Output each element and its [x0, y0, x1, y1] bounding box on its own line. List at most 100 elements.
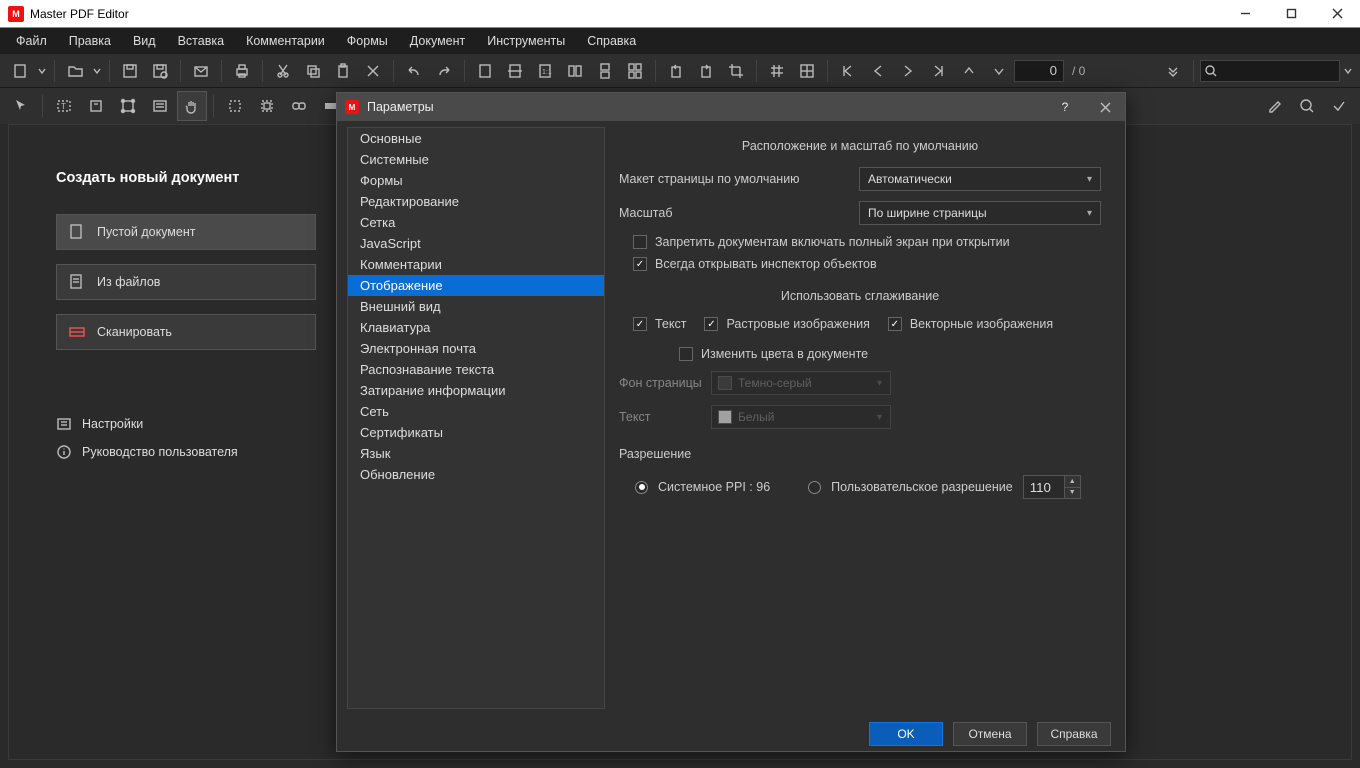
hand-tool[interactable] [177, 91, 207, 121]
more-button[interactable] [1159, 57, 1187, 85]
menu-help[interactable]: Справка [577, 30, 646, 52]
sidebar-item-email[interactable]: Электронная почта [348, 338, 604, 359]
inspector-checkbox[interactable] [633, 257, 647, 271]
ok-button[interactable]: OK [869, 722, 943, 746]
print-button[interactable] [228, 57, 256, 85]
cancel-button[interactable]: Отмена [953, 722, 1027, 746]
custom-ppi-spinner[interactable]: ▲▼ [1023, 475, 1081, 499]
sidebar-item-comments[interactable]: Комментарии [348, 254, 604, 275]
settings-link[interactable]: Настройки [56, 410, 316, 438]
next-page-button[interactable] [894, 57, 922, 85]
open-dropdown[interactable] [91, 57, 103, 85]
sidebar-item-javascript[interactable]: JavaScript [348, 233, 604, 254]
aa-raster-checkbox[interactable] [704, 317, 718, 331]
new-doc-dropdown[interactable] [36, 57, 48, 85]
form-tool[interactable] [145, 91, 175, 121]
highlight-tool[interactable] [1260, 91, 1290, 121]
close-window-button[interactable] [1314, 0, 1360, 28]
fit-width-button[interactable] [501, 57, 529, 85]
custom-ppi-input[interactable] [1023, 475, 1065, 499]
menu-file[interactable]: Файл [6, 30, 57, 52]
last-page-button[interactable] [924, 57, 952, 85]
prev-page-button[interactable] [864, 57, 892, 85]
menu-tools[interactable]: Инструменты [477, 30, 575, 52]
ppi-up-icon[interactable]: ▲ [1065, 476, 1080, 488]
paste-button[interactable] [329, 57, 357, 85]
grid-button[interactable] [763, 57, 791, 85]
sidebar-item-general[interactable]: Основные [348, 128, 604, 149]
new-doc-button[interactable] [6, 57, 34, 85]
rotate-left-button[interactable] [662, 57, 690, 85]
snap-button[interactable] [793, 57, 821, 85]
two-page-button[interactable] [561, 57, 589, 85]
text-tool[interactable]: T [49, 91, 79, 121]
scan-button[interactable]: Сканировать [56, 314, 316, 350]
sidebar-item-certs[interactable]: Сертификаты [348, 422, 604, 443]
aa-vector-checkbox[interactable] [888, 317, 902, 331]
minimize-button[interactable] [1222, 0, 1268, 28]
sidebar-item-appearance[interactable]: Внешний вид [348, 296, 604, 317]
crop-button[interactable] [722, 57, 750, 85]
save-as-button[interactable] [146, 57, 174, 85]
continuous-button[interactable] [591, 57, 619, 85]
search-box[interactable] [1200, 60, 1340, 82]
save-button[interactable] [116, 57, 144, 85]
help-button[interactable]: Справка [1037, 722, 1111, 746]
snapshot-tool[interactable] [252, 91, 282, 121]
menu-insert[interactable]: Вставка [168, 30, 234, 52]
from-files-button[interactable]: Из файлов [56, 264, 316, 300]
guide-link[interactable]: Руководство пользователя [56, 438, 316, 466]
marquee-tool[interactable] [220, 91, 250, 121]
zoom-combo[interactable]: По ширине страницы [859, 201, 1101, 225]
link-tool[interactable] [284, 91, 314, 121]
check-tool[interactable] [1324, 91, 1354, 121]
sidebar-item-editing[interactable]: Редактирование [348, 191, 604, 212]
menu-document[interactable]: Документ [400, 30, 475, 52]
search-dropdown[interactable] [1342, 57, 1354, 85]
delete-button[interactable] [359, 57, 387, 85]
sidebar-item-grid[interactable]: Сетка [348, 212, 604, 233]
menu-view[interactable]: Вид [123, 30, 166, 52]
prev-view-button[interactable] [954, 57, 982, 85]
next-view-button[interactable] [984, 57, 1012, 85]
change-colors-checkbox[interactable] [679, 347, 693, 361]
sys-ppi-radio[interactable] [635, 481, 648, 494]
blank-doc-button[interactable]: Пустой документ [56, 214, 316, 250]
menu-forms[interactable]: Формы [337, 30, 398, 52]
fullscreen-checkbox[interactable] [633, 235, 647, 249]
fit-page-button[interactable] [471, 57, 499, 85]
sidebar-item-system[interactable]: Системные [348, 149, 604, 170]
sidebar-item-display[interactable]: Отображение [348, 275, 604, 296]
rotate-right-button[interactable] [692, 57, 720, 85]
undo-button[interactable] [400, 57, 428, 85]
aa-text-checkbox[interactable] [633, 317, 647, 331]
email-button[interactable] [187, 57, 215, 85]
sidebar-item-keyboard[interactable]: Клавиатура [348, 317, 604, 338]
page-layout-combo[interactable]: Автоматически [859, 167, 1101, 191]
custom-ppi-radio[interactable] [808, 481, 821, 494]
sidebar-item-forms[interactable]: Формы [348, 170, 604, 191]
maximize-button[interactable] [1268, 0, 1314, 28]
sidebar-item-ocr[interactable]: Распознавание текста [348, 359, 604, 380]
sidebar-item-update[interactable]: Обновление [348, 464, 604, 485]
first-page-button[interactable] [834, 57, 862, 85]
edit-text-tool[interactable] [81, 91, 111, 121]
menu-comments[interactable]: Комментарии [236, 30, 335, 52]
redo-button[interactable] [430, 57, 458, 85]
dialog-help-button[interactable]: ? [1045, 93, 1085, 121]
cut-button[interactable] [269, 57, 297, 85]
continuous-two-button[interactable] [621, 57, 649, 85]
zoom-tool[interactable] [1292, 91, 1322, 121]
dialog-close-button[interactable] [1085, 93, 1125, 121]
sidebar-item-redaction[interactable]: Затирание информации [348, 380, 604, 401]
open-button[interactable] [61, 57, 89, 85]
actual-size-button[interactable]: 1:1 [531, 57, 559, 85]
copy-button[interactable] [299, 57, 327, 85]
sidebar-item-network[interactable]: Сеть [348, 401, 604, 422]
edit-object-tool[interactable] [113, 91, 143, 121]
ppi-down-icon[interactable]: ▼ [1065, 488, 1080, 499]
select-tool[interactable] [6, 91, 36, 121]
menu-edit[interactable]: Правка [59, 30, 121, 52]
page-number-input[interactable] [1014, 60, 1064, 82]
sidebar-item-language[interactable]: Язык [348, 443, 604, 464]
